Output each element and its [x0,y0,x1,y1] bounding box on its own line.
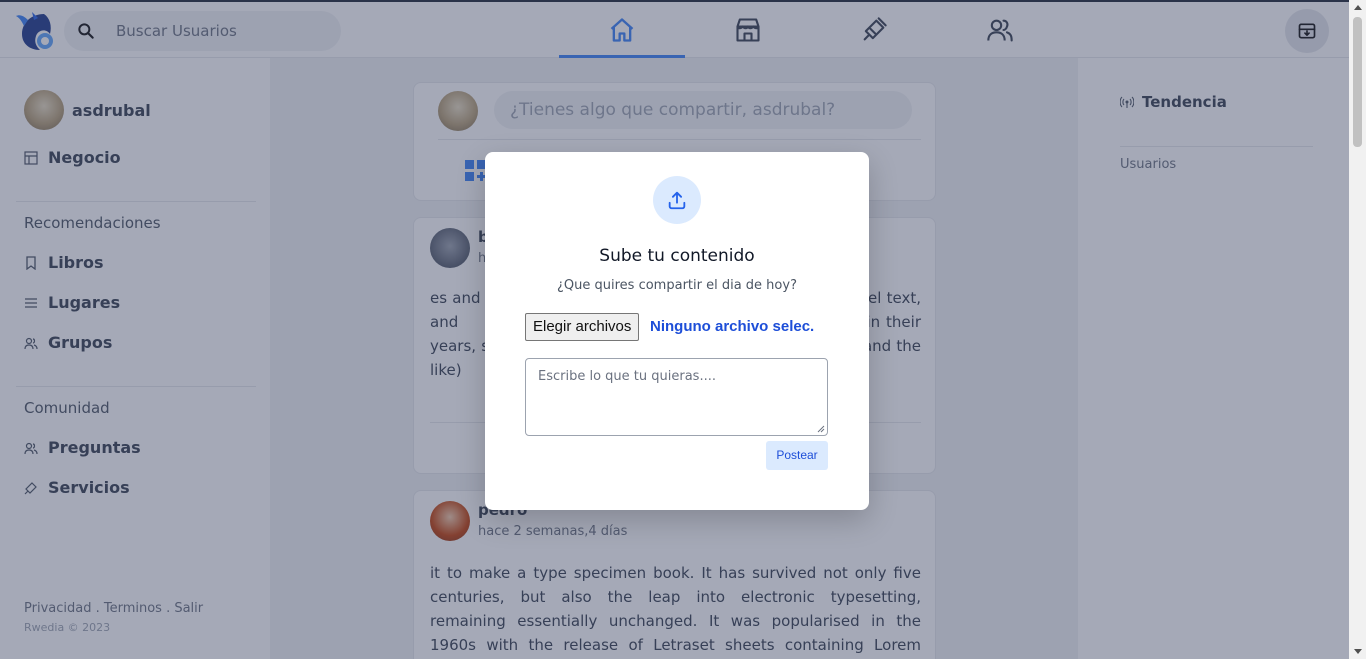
choose-files-button[interactable]: Elegir archivos [525,313,640,341]
scroll-up-icon[interactable] [1354,5,1362,10]
scrollbar[interactable] [1349,0,1366,659]
upload-icon [668,191,686,210]
file-status: Ninguno archivo selec. [650,318,815,335]
textarea-placeholder: Escribe lo que tu quieras.... [538,369,716,384]
modal-title: Sube tu contenido [599,246,755,266]
scrollbar-thumb[interactable] [1353,17,1362,147]
post-button[interactable]: Postear [766,441,828,470]
resize-handle-icon[interactable] [817,425,825,433]
post-textarea[interactable]: Escribe lo que tu quieras.... [525,358,828,436]
scroll-down-icon[interactable] [1354,649,1362,654]
upload-modal: Sube tu contenido ¿Que quires compartir … [485,152,869,510]
modal-subtitle: ¿Que quires compartir el dia de hoy? [557,278,797,293]
upload-icon-badge [653,176,701,224]
